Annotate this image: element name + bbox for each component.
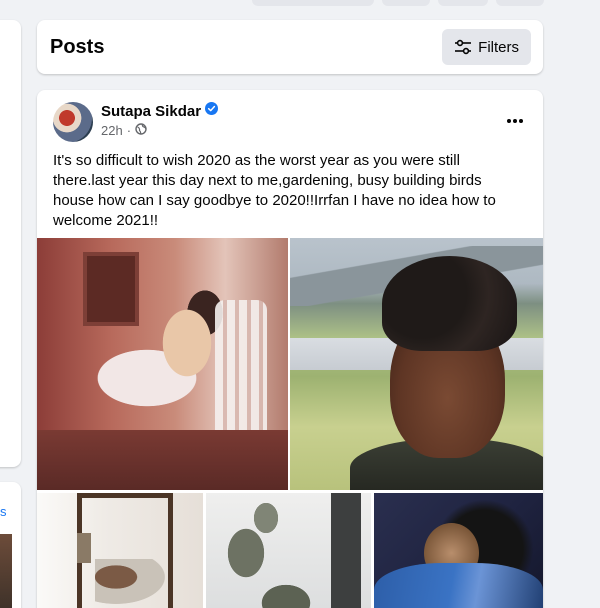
photo-detail: [382, 256, 517, 351]
photos-card: s: [0, 482, 21, 608]
more-options-button[interactable]: [503, 108, 527, 132]
author-row: Sutapa Sikdar: [101, 102, 219, 120]
top-nav-button[interactable]: [438, 0, 488, 6]
top-nav-button[interactable]: [382, 0, 430, 6]
photo-portrait-outdoors[interactable]: [290, 238, 543, 490]
photo-embrace[interactable]: [374, 493, 543, 608]
photo-detail: [77, 533, 91, 563]
posts-title: Posts: [50, 36, 105, 58]
top-nav-button[interactable]: [496, 0, 544, 6]
posts-header: Posts Filters: [37, 20, 543, 74]
photo-detail: [215, 300, 267, 440]
filters-button[interactable]: Filters: [442, 29, 531, 65]
photo-reading-on-chair[interactable]: [37, 238, 288, 490]
photo-bedroom[interactable]: [37, 493, 203, 608]
avatar[interactable]: [53, 102, 93, 142]
see-all-link[interactable]: s: [0, 504, 7, 519]
more-horizontal-icon: [506, 111, 524, 129]
photo-detail: [83, 252, 139, 326]
post-text: It's so difficult to wish 2020 as the wo…: [53, 152, 496, 229]
photo-window-tree[interactable]: [206, 493, 371, 608]
verified-badge-icon: [205, 102, 219, 120]
intro-card: [0, 20, 21, 467]
photo-detail: [374, 563, 543, 608]
post-card: Sutapa Sikdar 22h · It's so difficult to…: [37, 90, 543, 608]
author-name[interactable]: Sutapa Sikdar: [101, 103, 201, 120]
photo-detail: [331, 493, 361, 608]
globe-icon: [135, 123, 147, 138]
sliders-icon: [454, 39, 472, 55]
top-nav-button[interactable]: [252, 0, 374, 6]
filters-label: Filters: [478, 38, 519, 56]
photo-detail: [95, 559, 165, 604]
photo-thumbnail[interactable]: [0, 534, 12, 608]
post-meta: 22h ·: [101, 123, 147, 138]
photo-detail: [37, 430, 288, 490]
post-timestamp[interactable]: 22h: [101, 123, 123, 138]
meta-separator: ·: [126, 123, 132, 138]
